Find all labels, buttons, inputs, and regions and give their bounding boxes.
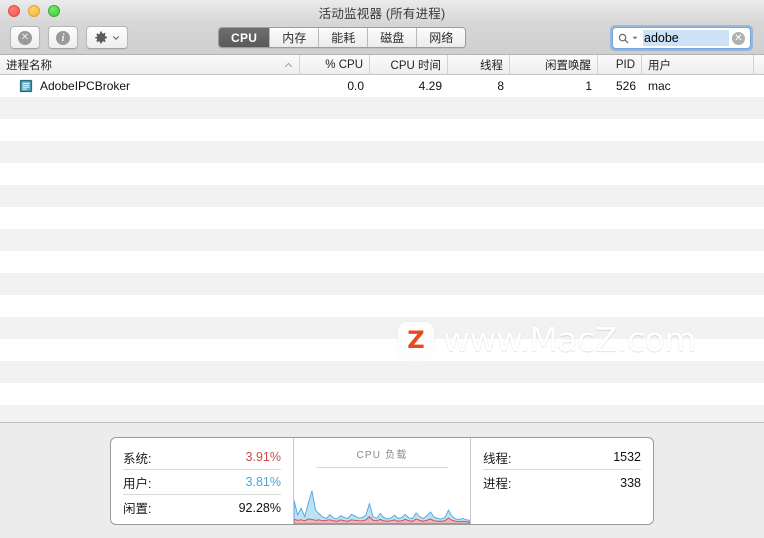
graph-divider [316,467,448,468]
cell-process-name: AdobeIPCBroker [0,75,300,97]
stat-value-processes: 338 [620,475,641,490]
cell-cpu-percent: 0.0 [347,79,364,93]
cell-pid: 526 [615,79,636,93]
table-row-empty [0,97,764,119]
table-row-empty [0,273,764,295]
process-document-icon [19,79,33,93]
table-row-empty [0,295,764,317]
stat-value-threads: 1532 [613,450,641,464]
stat-row-processes: 进程: 338 [483,470,641,495]
column-header-idle-wakeups[interactable]: 闲置唤醒 [510,55,598,74]
quit-process-button[interactable]: ✕ [10,26,40,49]
table-row-empty [0,141,764,163]
window-title: 活动监视器 (所有进程) [318,7,446,21]
tab-network[interactable]: 网络 [416,28,466,47]
table-row-empty [0,317,764,339]
stop-x-icon: ✕ [18,30,32,45]
info-icon: i [56,30,70,45]
table-row-empty [0,339,764,361]
title-bar: 活动监视器 (所有进程) [0,0,764,22]
stat-value-user: 3.81% [245,475,281,489]
column-header-cpu-time[interactable]: CPU 时间 [370,55,448,74]
search-field-focus-ring: adobe ✕ [610,25,753,51]
column-header-user[interactable]: 用户 [642,55,754,74]
table-row-empty [0,229,764,251]
column-header-process-name[interactable]: 进程名称 [0,55,300,74]
tab-cpu[interactable]: CPU [219,28,270,47]
table-row-empty [0,251,764,273]
cell-idle-wakeups: 1 [585,79,592,93]
inspect-process-button[interactable]: i [48,26,78,49]
gear-icon [95,31,107,43]
search-field[interactable]: adobe ✕ [612,27,751,49]
table-row-empty [0,185,764,207]
stat-row-idle: 闲置: 92.28% [123,495,281,520]
cell-cpu-time: 4.29 [418,79,442,93]
cpu-load-graph-title: CPU 负载 [356,450,408,461]
table-row-empty [0,361,764,383]
column-header-pid[interactable]: PID [598,55,642,74]
thread-process-counts: 线程: 1532 进程: 338 [471,438,653,524]
activity-monitor-window: 活动监视器 (所有进程) ✕ i CPU 内存 能耗 磁盘 网络 adobe ✕… [0,0,764,538]
stat-value-idle: 92.28% [238,500,281,515]
column-header-label: 进程名称 [6,59,52,72]
table-column-headers: 进程名称 % CPU CPU 时间 线程 闲置唤醒 PID 用户 [0,55,764,75]
process-name-label: AdobeIPCBroker [40,79,131,93]
tab-memory[interactable]: 内存 [269,28,319,47]
sort-ascending-caret-icon [284,62,293,68]
cpu-usage-stats: 系统: 3.91% 用户: 3.81% 闲置: 92.28% [111,438,293,524]
cpu-load-chart [294,478,470,524]
table-row-empty [0,405,764,422]
stat-row-threads: 线程: 1532 [483,445,641,470]
cpu-summary-panel: 系统: 3.91% 用户: 3.81% 闲置: 92.28% CPU 负载 线程… [110,437,654,525]
stat-label-idle: 闲置: [123,502,152,516]
process-list[interactable]: AdobeIPCBroker 0.0 4.29 8 1 526 mac Z ww… [0,75,764,422]
column-header-cpu-percent[interactable]: % CPU [300,55,370,74]
stat-value-system: 3.91% [245,450,281,464]
cpu-load-graph: CPU 负载 [293,438,471,524]
search-icon [618,33,629,44]
view-tabs: CPU 内存 能耗 磁盘 网络 [218,27,467,48]
table-row-empty [0,119,764,141]
view-options-button[interactable] [86,26,128,49]
stat-label-system: 系统: [123,451,152,466]
table-row-empty [0,207,764,229]
stat-label-threads: 线程: [483,451,512,466]
table-row-empty [0,383,764,405]
stat-row-system: 系统: 3.91% [123,445,281,470]
stat-label-processes: 进程: [483,477,512,491]
footer: 系统: 3.91% 用户: 3.81% 闲置: 92.28% CPU 负载 线程… [0,422,764,538]
toolbar-left-group: ✕ i [10,26,128,49]
toolbar: ✕ i CPU 内存 能耗 磁盘 网络 adobe ✕ [0,22,764,55]
chevron-down-icon [112,35,120,40]
empty-rows-container [0,97,764,422]
column-header-threads[interactable]: 线程 [448,55,510,74]
clear-search-icon[interactable]: ✕ [732,31,745,45]
table-row[interactable]: AdobeIPCBroker 0.0 4.29 8 1 526 mac [0,75,764,97]
stat-label-user: 用户: [123,476,152,491]
cell-threads: 8 [497,79,504,93]
stat-row-user: 用户: 3.81% [123,470,281,495]
tab-energy[interactable]: 能耗 [318,28,368,47]
search-chevron-down-icon[interactable] [632,35,638,41]
table-row-empty [0,163,764,185]
cell-user: mac [648,79,671,93]
tab-disk[interactable]: 磁盘 [367,28,417,47]
search-input[interactable]: adobe [643,30,729,46]
